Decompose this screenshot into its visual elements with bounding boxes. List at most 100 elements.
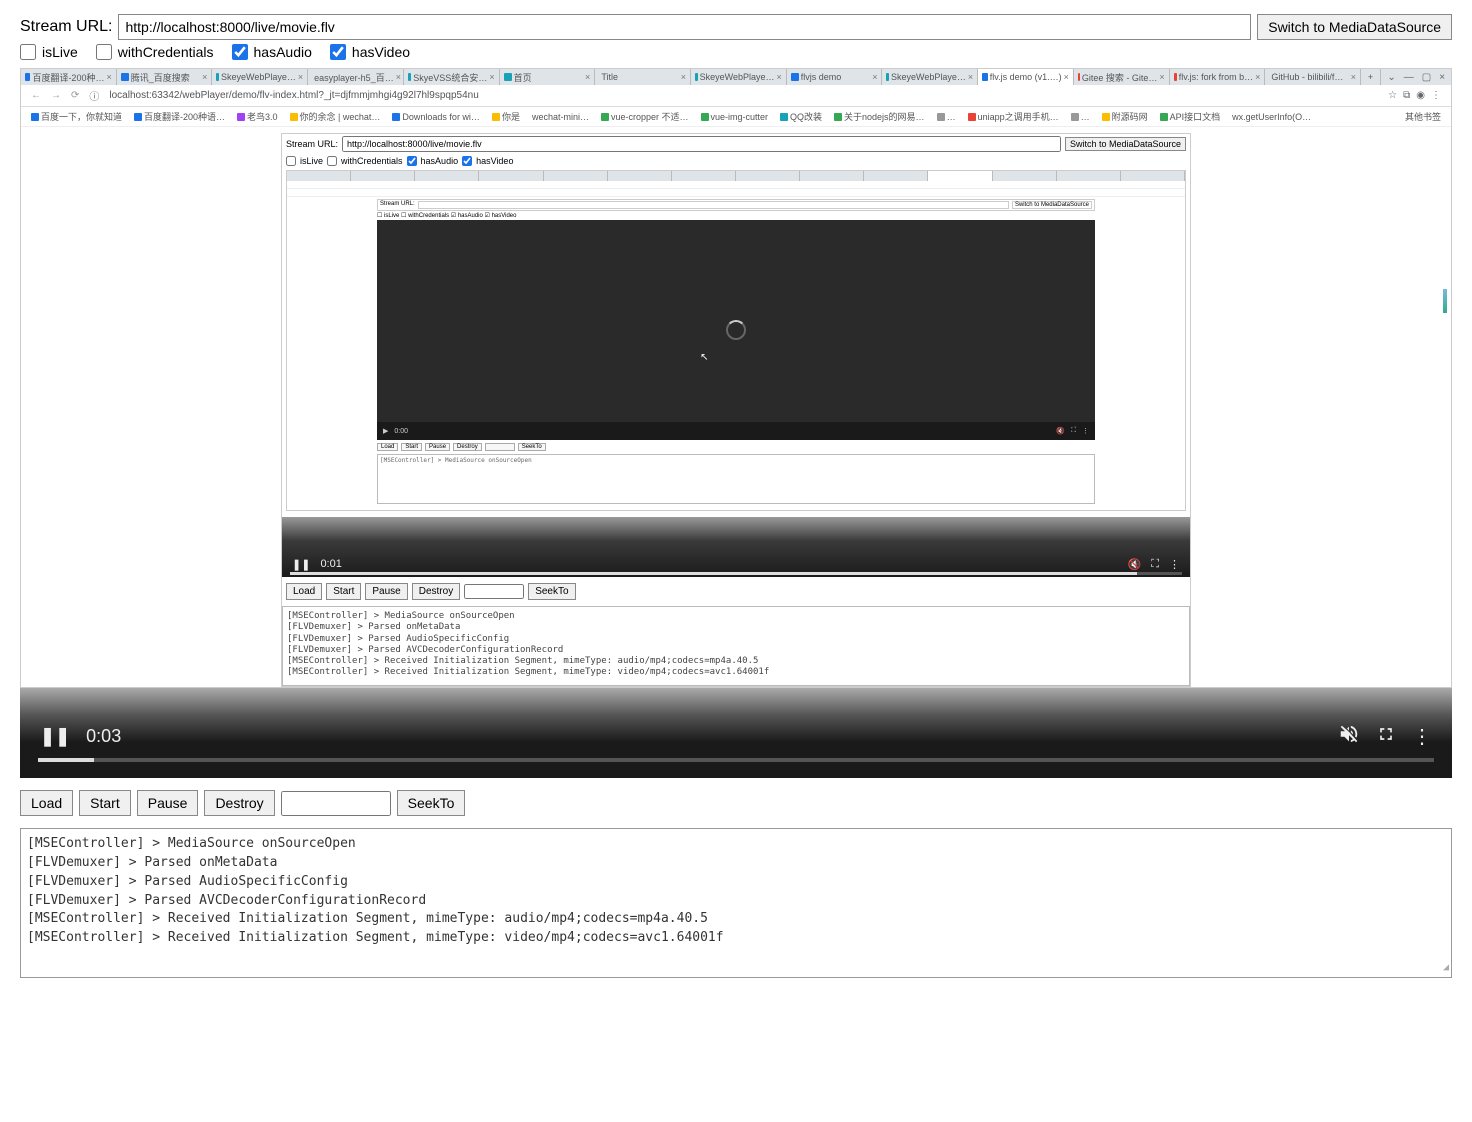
mini-play-icon[interactable]: ▶ [383, 427, 388, 435]
browser-tab[interactable]: Title× [595, 69, 691, 85]
bookmark-item[interactable]: 百度翻译-200种语… [134, 110, 225, 123]
mini-destroy-button[interactable]: Destroy [453, 443, 482, 451]
mini-start-button[interactable]: Start [401, 443, 422, 451]
browser-tab[interactable]: 百度翻译-200种…× [21, 69, 117, 85]
resize-handle-icon[interactable]: ◢ [1443, 961, 1449, 976]
bookmark-item[interactable]: vue-img-cutter [701, 110, 769, 123]
inner-stream-url-input[interactable] [342, 136, 1061, 152]
bookmark-item[interactable]: … [937, 110, 956, 123]
site-info-icon[interactable]: ⓘ [89, 88, 99, 103]
pause-icon[interactable]: ❚❚ [40, 726, 70, 747]
bookmark-item[interactable]: API接口文档 [1160, 110, 1221, 123]
inner-hasaudio-checkbox[interactable] [407, 156, 417, 166]
log-line: [MSEController] > Received Initializatio… [287, 656, 1185, 667]
mute-icon[interactable] [1338, 723, 1360, 750]
browser-tab[interactable]: flv.js: fork from b…× [1170, 69, 1266, 85]
progress-bar[interactable] [38, 758, 1434, 762]
hasvideo-checkbox[interactable] [330, 44, 346, 60]
hasaudio-checkbox[interactable] [232, 44, 248, 60]
inner-seek-input[interactable] [464, 584, 524, 599]
browser-tab[interactable]: SkyeVSS统合安…× [404, 69, 500, 85]
mute-icon[interactable]: 🔇 [1128, 558, 1142, 571]
browser-tab[interactable]: 腾讯_百度搜索× [117, 69, 213, 85]
inner-start-button[interactable]: Start [326, 583, 361, 600]
browser-tab[interactable]: SkeyeWebPlaye…× [212, 69, 308, 85]
minimize-icon[interactable]: — [1404, 72, 1414, 83]
browser-tab[interactable]: SkeyeWebPlaye…× [882, 69, 978, 85]
inner-load-button[interactable]: Load [286, 583, 322, 600]
bookmark-item[interactable]: 老鸟3.0 [237, 110, 278, 123]
mini-fullscreen-icon[interactable]: ⛶ [1071, 427, 1076, 435]
player-menu-icon[interactable]: ⋮ [1169, 558, 1180, 571]
bookmark-item[interactable]: 你是 [492, 110, 520, 123]
inner-switch-button[interactable]: Switch to MediaDataSource [1065, 137, 1186, 151]
extensions-icon[interactable]: ⧉ [1403, 90, 1410, 101]
bookmark-item[interactable]: 附源码网 [1102, 110, 1148, 123]
browser-tab[interactable]: GitHub - bilibili/f…× [1265, 69, 1361, 85]
close-icon[interactable]: × [1439, 72, 1445, 83]
maximize-icon[interactable]: ▢ [1422, 72, 1431, 83]
menu-icon[interactable]: ⋮ [1431, 90, 1441, 101]
back-icon[interactable]: ← [31, 90, 41, 101]
mini-pause-button[interactable]: Pause [425, 443, 450, 451]
inner-hasvideo-label: hasVideo [476, 156, 513, 166]
browser-tab[interactable]: flvjs demo× [787, 69, 883, 85]
seekto-button[interactable]: SeekTo [397, 790, 466, 816]
browser-tab[interactable]: 首页× [500, 69, 596, 85]
seek-input[interactable] [281, 791, 391, 816]
stream-url-input[interactable] [118, 14, 1251, 40]
other-bookmarks[interactable]: 其他书签 [1405, 110, 1441, 123]
inner-player-time: 0:01 [320, 558, 341, 570]
mini-seekto-button[interactable]: SeekTo [518, 443, 546, 451]
inner-hasvideo-checkbox[interactable] [462, 156, 472, 166]
share-icon[interactable]: ☆ [1388, 90, 1397, 101]
refresh-icon[interactable]: ⟳ [71, 90, 79, 101]
bookmark-item[interactable]: 你的余念 | wechat… [290, 110, 381, 123]
switch-mediadatasource-button[interactable]: Switch to MediaDataSource [1257, 14, 1452, 40]
withcredentials-checkbox[interactable] [96, 44, 112, 60]
profile-icon[interactable]: ◉ [1416, 90, 1425, 101]
mini-controls: Load Start Pause Destroy SeekTo [377, 443, 1095, 451]
inner-seekto-button[interactable]: SeekTo [528, 583, 575, 600]
bookmark-item[interactable]: vue-cropper 不适… [601, 110, 689, 123]
pause-button[interactable]: Pause [137, 790, 199, 816]
pause-icon[interactable]: ❚❚ [292, 558, 310, 571]
bookmark-item[interactable]: 百度一下，你就知道 [31, 110, 122, 123]
bookmark-item[interactable]: wx.getUserInfo(O… [1232, 110, 1311, 123]
destroy-button[interactable]: Destroy [204, 790, 274, 816]
mini-menu-icon[interactable]: ⋮ [1082, 427, 1089, 435]
bookmark-item[interactable]: wechat-mini… [532, 110, 589, 123]
inner-islive-checkbox[interactable] [286, 156, 296, 166]
browser-tab[interactable]: SkeyeWebPlaye…× [691, 69, 787, 85]
inner-pause-button[interactable]: Pause [365, 583, 407, 600]
bookmark-item[interactable]: … [1071, 110, 1090, 123]
player-menu-icon[interactable]: ⋮ [1412, 724, 1432, 749]
load-button[interactable]: Load [20, 790, 73, 816]
fullscreen-icon[interactable]: ⛶ [1151, 558, 1159, 571]
inner-withcredentials-checkbox[interactable] [327, 156, 337, 166]
mini-log: [MSEController] > MediaSource onSourceOp… [377, 454, 1095, 504]
inner-hasaudio-label: hasAudio [421, 156, 459, 166]
chevron-down-icon[interactable]: ⌄ [1387, 72, 1395, 83]
bookmark-item[interactable]: 关于nodejs的网易… [834, 110, 925, 123]
log-line: [FLVDemuxer] > Parsed AudioSpecificConfi… [27, 873, 1445, 892]
browser-tab-active[interactable]: flv.js demo (v1.…)× [978, 69, 1074, 85]
loading-spinner-icon [726, 320, 746, 340]
bookmark-item[interactable]: QQ改装 [780, 110, 822, 123]
bookmark-item[interactable]: Downloads for wi… [392, 110, 480, 123]
start-button[interactable]: Start [79, 790, 131, 816]
inner-destroy-button[interactable]: Destroy [412, 583, 460, 600]
forward-icon[interactable]: → [51, 90, 61, 101]
islive-checkbox[interactable] [20, 44, 36, 60]
browser-tab[interactable]: Gitee 搜索 - Gite…× [1074, 69, 1170, 85]
mini-load-button[interactable]: Load [377, 443, 398, 451]
hasaudio-label: hasAudio [254, 44, 312, 60]
address-bar[interactable]: localhost:63342/webPlayer/demo/flv-index… [109, 90, 1378, 101]
bookmark-item[interactable]: uniapp之调用手机… [968, 110, 1059, 123]
new-tab-button[interactable]: + [1361, 69, 1381, 85]
fullscreen-icon[interactable] [1376, 724, 1396, 749]
browser-tab[interactable]: easyplayer-h5_百…× [308, 69, 404, 85]
scrollbar-indicator[interactable] [1443, 289, 1447, 313]
mini-mute-icon[interactable]: 🔇 [1056, 427, 1065, 435]
log-output[interactable]: [MSEController] > MediaSource onSourceOp… [20, 828, 1452, 978]
